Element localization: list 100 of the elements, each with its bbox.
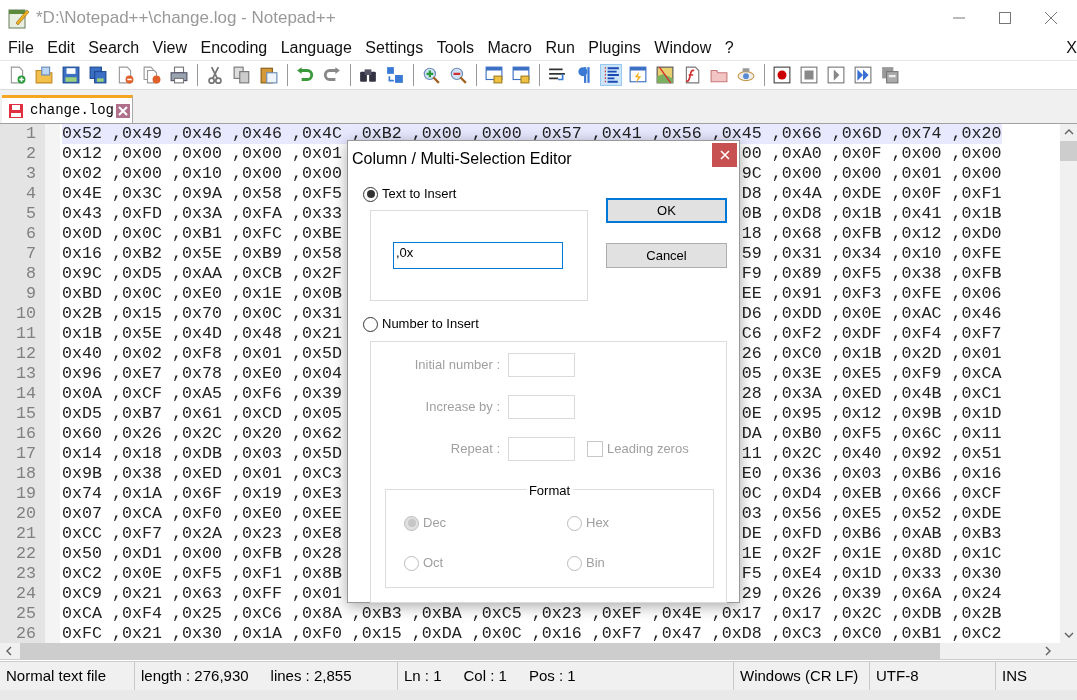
line-number: 26: [15, 624, 36, 644]
menu-item[interactable]: Edit: [47, 36, 75, 60]
code-text: 00 ,0xA0 ,0x0F ,0x00 ,0x00: [741, 144, 1002, 164]
code-text: D8 ,0x4A ,0xDE ,0x0F ,0xF1: [741, 184, 1002, 204]
menu-item[interactable]: Plugins: [588, 36, 641, 60]
code-text: 0x1B ,0x5E ,0x4D ,0x48 ,0x21: [62, 324, 342, 344]
code-text: 11 ,0x2C ,0x40 ,0x92 ,0x51: [741, 444, 1002, 464]
stop-icon[interactable]: [798, 64, 820, 86]
line-number: 15: [15, 404, 36, 424]
line-number: 10: [15, 304, 36, 324]
menu-item[interactable]: Settings: [365, 36, 424, 60]
line-number: 12: [15, 344, 36, 364]
save-icon[interactable]: [60, 64, 82, 86]
menu-item[interactable]: ?: [724, 36, 734, 60]
scrollbar-thumb[interactable]: [1060, 141, 1077, 161]
menu-item[interactable]: Macro: [487, 36, 532, 60]
status-text: Windows (CR LF): [740, 665, 859, 686]
file-tab[interactable]: change.log: [2, 95, 133, 123]
text-field[interactable]: ,0x: [393, 242, 563, 269]
menu-item[interactable]: Language: [280, 36, 352, 60]
window-stack-icon[interactable]: [879, 64, 901, 86]
code-text: 0x12 ,0x00 ,0x00 ,0x00 ,0x01: [62, 144, 342, 164]
menu-item[interactable]: File: [8, 36, 34, 60]
close-button[interactable]: [712, 143, 737, 167]
printer-icon[interactable]: [168, 64, 190, 86]
code-text: 1E ,0x2F ,0x1E ,0x8D ,0x1C: [741, 544, 1002, 564]
dialog-button[interactable]: Cancel: [606, 243, 727, 268]
code-text: 18 ,0x68 ,0xFB ,0x12 ,0xD0: [741, 224, 1002, 244]
radio-button[interactable]: [363, 186, 378, 202]
code-text: 0x9C ,0xD5 ,0xAA ,0xCB ,0x2F: [62, 264, 342, 284]
code-text: E0 ,0x36 ,0x03 ,0xB6 ,0x16: [741, 464, 1002, 484]
scroll-left-icon[interactable]: [4, 646, 14, 656]
line-number: 11: [15, 324, 36, 344]
status-text: Ln : 1: [404, 665, 442, 686]
code-text: 0x4E ,0x3C ,0x9A ,0x58 ,0xF5: [62, 184, 342, 204]
menu-item[interactable]: Run: [545, 36, 575, 60]
code-text: 03 ,0x56 ,0xE5 ,0x52 ,0xDE: [741, 504, 1002, 524]
close-document-button[interactable]: X: [1066, 36, 1077, 60]
scroll-up-icon[interactable]: [1063, 127, 1074, 137]
play-icon[interactable]: [825, 64, 847, 86]
code-text: F9 ,0x89 ,0xF5 ,0x38 ,0xFB: [741, 264, 1002, 284]
menu-item[interactable]: Tools: [436, 36, 475, 60]
line-number: 1: [25, 124, 36, 144]
map-icon[interactable]: [654, 64, 676, 86]
maximize-icon[interactable]: [999, 12, 1011, 24]
code-text: EE ,0x91 ,0xF3 ,0xFE ,0x06: [741, 284, 1002, 304]
close-all-icon[interactable]: [141, 64, 163, 86]
menu-item[interactable]: Search: [88, 36, 140, 60]
menu-item[interactable]: Window: [654, 36, 712, 60]
code-text: 0xBD ,0x0C ,0xE0 ,0x1E ,0x0B: [62, 284, 342, 304]
radio-button[interactable]: [363, 316, 378, 332]
menu-item[interactable]: View: [152, 36, 187, 60]
code-text: 0x9B ,0x38 ,0xED ,0x01 ,0xC3: [62, 464, 342, 484]
status-text: Normal text file: [6, 665, 107, 686]
scroll-right-icon[interactable]: [1043, 646, 1053, 656]
fast-forward-icon[interactable]: [852, 64, 874, 86]
code-text: 0x16 ,0xB2 ,0x5E ,0xB9 ,0x58: [62, 244, 342, 264]
code-text: 28 ,0x3A ,0xED ,0x4B ,0xC1: [741, 384, 1002, 404]
menu-item[interactable]: Encoding: [200, 36, 268, 60]
folder-icon[interactable]: [33, 64, 55, 86]
code-text: 9C ,0x00 ,0x00 ,0x01 ,0x00: [741, 164, 1002, 184]
code-text: 0x0A ,0xCF ,0xA5 ,0xF6 ,0x39: [62, 384, 342, 404]
close-icon[interactable]: [1045, 12, 1057, 24]
dialog-button[interactable]: OK: [606, 198, 727, 223]
window-lock-icon[interactable]: [483, 64, 505, 86]
code-text: 0x07 ,0xCA ,0xF0 ,0xE0 ,0xEE: [62, 504, 342, 524]
horizontal-scrollbar[interactable]: [0, 643, 1077, 660]
line-number: 20: [15, 504, 36, 524]
line-number: 7: [25, 244, 36, 264]
save-all-icon[interactable]: [87, 64, 109, 86]
scrollbar-thumb[interactable]: [20, 642, 940, 660]
field-label: Repeat :: [449, 440, 501, 459]
code-text: 0B ,0xD8 ,0x1B ,0x41 ,0x1B: [741, 204, 1002, 224]
radio-label[interactable]: Text to Insert: [382, 184, 457, 204]
code-text: 0x96 ,0xE7 ,0x78 ,0xE0 ,0x04: [62, 364, 342, 384]
dialog-title: Column / Multi-Selection Editor: [352, 149, 572, 169]
code-text: 0x74 ,0x1A ,0x6F ,0x19 ,0xE3: [62, 484, 342, 504]
code-text: 0xD5 ,0xB7 ,0x61 ,0xCD ,0x05: [62, 404, 342, 424]
code-text: 0x02 ,0x00 ,0x10 ,0x00 ,0x00: [62, 164, 342, 184]
field-label: Increase by :: [424, 398, 501, 417]
line-number: 24: [15, 584, 36, 604]
record-icon[interactable]: [771, 64, 793, 86]
field-label: Initial number :: [413, 356, 501, 375]
code-text: 29 ,0x26 ,0x39 ,0x6A ,0x24: [741, 584, 1002, 604]
line-number: 16: [15, 424, 36, 444]
code-text: 0x43 ,0xFD ,0x3A ,0xFA ,0x33: [62, 204, 342, 224]
code-text: 0x40 ,0x02 ,0xF8 ,0x01 ,0x5D: [62, 344, 342, 364]
window-title: *D:\Notepad++\change.log - Notepad++: [36, 7, 336, 30]
status-text: length : 276,930: [141, 665, 249, 686]
radio-label[interactable]: Number to Insert: [382, 314, 479, 334]
line-number: 8: [25, 264, 36, 284]
indent-guide-icon[interactable]: [600, 64, 622, 86]
line-number: 25: [15, 604, 36, 624]
window-lock-icon[interactable]: [510, 64, 532, 86]
scroll-down-icon[interactable]: [1063, 630, 1074, 640]
tab-close-icon[interactable]: [116, 103, 130, 118]
status-text: Col : 1: [463, 665, 507, 686]
line-number: 22: [15, 544, 36, 564]
line-number: 18: [15, 464, 36, 484]
vertical-scrollbar[interactable]: [1060, 124, 1077, 643]
